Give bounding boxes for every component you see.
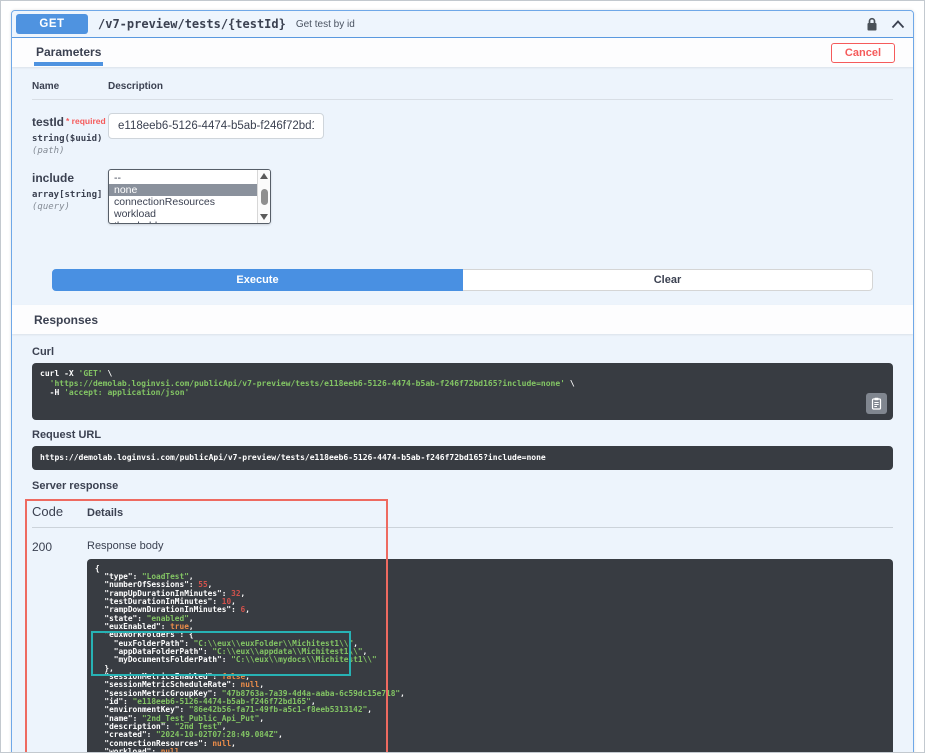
include-option[interactable]: workload: [109, 208, 257, 220]
execute-row: Execute Clear: [52, 269, 873, 291]
request-url-box: https://demolab.loginvsi.com/publicApi/v…: [32, 446, 893, 470]
include-option[interactable]: --: [109, 172, 257, 184]
execute-button[interactable]: Execute: [52, 269, 463, 291]
opblock-summary[interactable]: GET /v7-preview/tests/{testId} Get test …: [12, 11, 913, 38]
get-method-badge: GET: [16, 14, 88, 34]
response-json: { "type": "LoadTest", "numberOfSessions"…: [95, 565, 885, 753]
param-location: (path): [32, 146, 108, 156]
responses-body: Curl curl -X 'GET' \ 'https://demolab.lo…: [12, 334, 913, 753]
endpoint-summary: Get test by id: [296, 19, 355, 30]
param-meta: include array[string] (query): [32, 169, 108, 224]
chevron-up-icon: [891, 20, 905, 29]
param-meta: testId* required string($uuid) (path): [32, 113, 108, 156]
collapse-button[interactable]: [891, 20, 905, 29]
parameters-table: Name Description testId* required string…: [12, 67, 913, 305]
param-row-include: include array[string] (query) --noneconn…: [32, 156, 893, 224]
curl-box: curl -X 'GET' \ 'https://demolab.loginvs…: [32, 363, 893, 420]
cancel-button[interactable]: Cancel: [831, 43, 895, 63]
col-header-details: Details: [87, 507, 893, 519]
swagger-page: GET /v7-preview/tests/{testId} Get test …: [0, 0, 925, 753]
curl-label: Curl: [32, 346, 893, 358]
include-listbox[interactable]: --noneconnectionResourcesworkloadthresho…: [108, 169, 271, 224]
clear-button[interactable]: Clear: [463, 269, 873, 291]
response-body-box: { "type": "LoadTest", "numberOfSessions"…: [87, 559, 893, 753]
include-option[interactable]: connectionResources: [109, 196, 257, 208]
parameters-table-head: Name Description: [32, 81, 893, 100]
lock-icon: [865, 17, 879, 32]
listbox-scrollbar[interactable]: [257, 170, 270, 223]
response-status-code: 200: [32, 540, 87, 753]
param-name: testId: [32, 115, 64, 129]
response-body-label: Response body: [87, 540, 893, 552]
param-type: string($uuid): [32, 134, 108, 144]
curl-copy-button[interactable]: [866, 393, 887, 414]
opblock-get: GET /v7-preview/tests/{testId} Get test …: [11, 10, 914, 753]
curl-code: curl -X 'GET' \ 'https://demolab.loginvs…: [40, 369, 885, 398]
request-url-label: Request URL: [32, 429, 893, 441]
col-header-code: Code: [32, 504, 87, 519]
param-required-badge: * required: [66, 116, 106, 126]
scroll-down-icon[interactable]: [260, 214, 268, 220]
request-url-value: https://demolab.loginvsi.com/publicApi/v…: [40, 453, 546, 462]
include-options: --noneconnectionResourcesworkloadthresho…: [109, 170, 257, 223]
include-option[interactable]: none: [109, 184, 257, 196]
include-option[interactable]: thresholds: [109, 220, 257, 223]
clipboard-icon: [871, 397, 882, 410]
scroll-up-icon[interactable]: [260, 173, 268, 179]
responses-header: Responses: [12, 305, 913, 334]
col-header-name: Name: [32, 81, 108, 92]
param-location: (query): [32, 202, 108, 212]
endpoint-path: /v7-preview/tests/{testId}: [98, 17, 286, 31]
responses-title: Responses: [34, 313, 98, 327]
scrollbar-thumb[interactable]: [261, 189, 268, 205]
server-response-table: Code Details 200 Response body { "type":…: [32, 504, 893, 753]
param-type: array[string]: [32, 190, 108, 200]
param-row-testid: testId* required string($uuid) (path): [32, 100, 893, 156]
server-response-table-head: Code Details: [32, 504, 893, 528]
param-name: include: [32, 171, 74, 185]
server-response-row: 200 Response body { "type": "LoadTest", …: [32, 528, 893, 753]
server-response-label: Server response: [32, 480, 893, 492]
tab-parameters[interactable]: Parameters: [34, 39, 103, 66]
auth-lock-button[interactable]: [865, 17, 879, 32]
testid-input[interactable]: [108, 113, 324, 139]
col-header-description: Description: [108, 81, 893, 92]
parameters-header: Parameters Cancel: [12, 38, 913, 67]
